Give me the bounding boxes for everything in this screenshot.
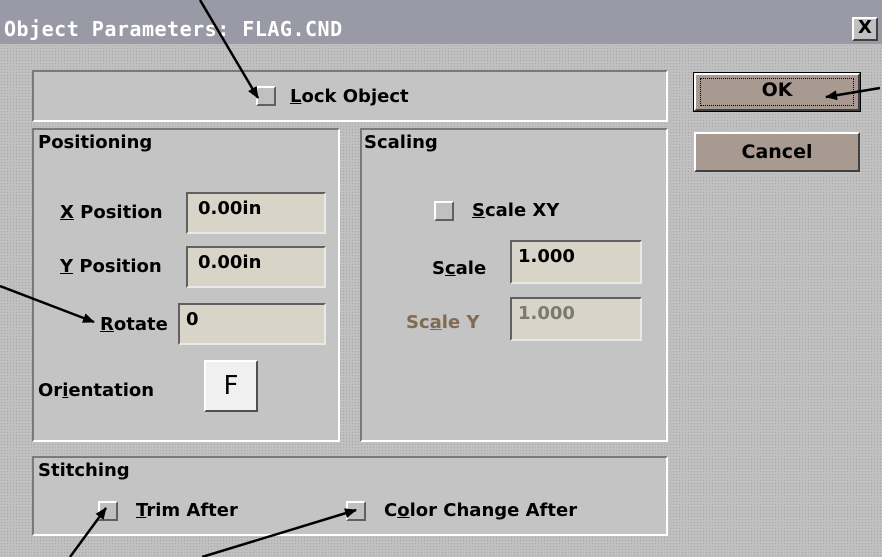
arrow-to-trim [68, 507, 108, 557]
annotation-arrows [0, 0, 881, 557]
arrow-to-color-change [201, 508, 357, 557]
arrow-to-rotate [0, 284, 95, 324]
arrow-to-ok [825, 86, 881, 101]
arrow-to-lock [198, 0, 260, 99]
